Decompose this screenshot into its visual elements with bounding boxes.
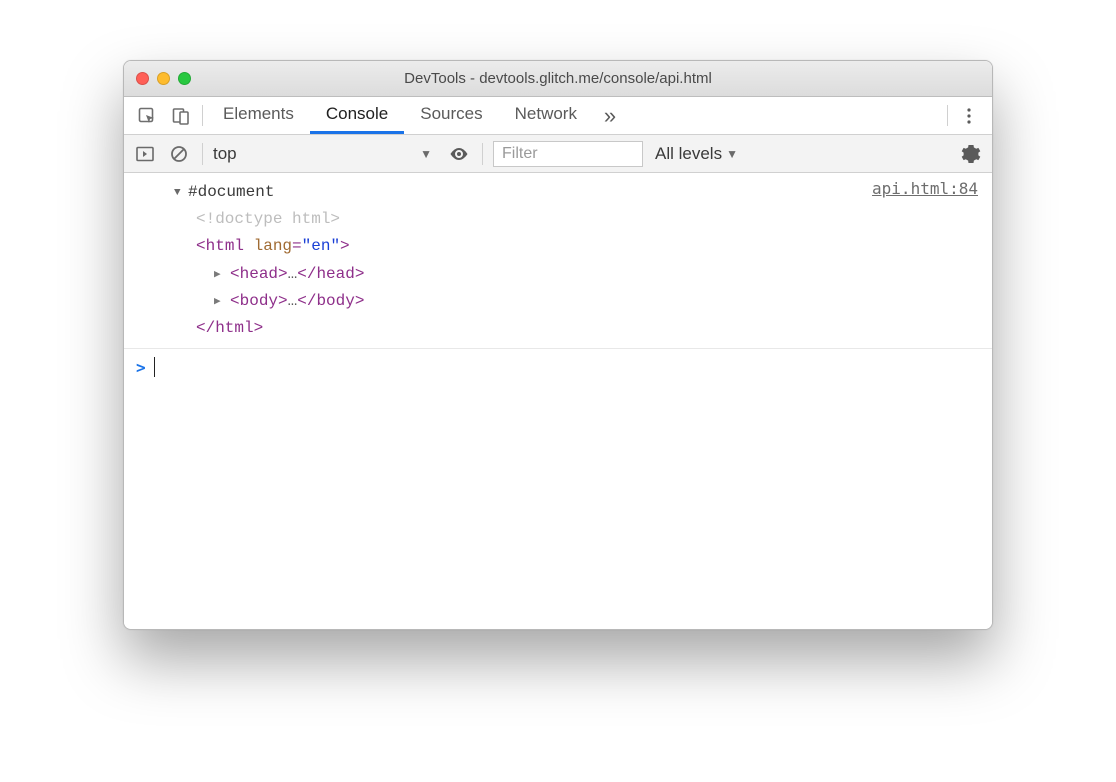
log-levels-label: All levels [655, 144, 722, 164]
console-toolbar: top ▼ All levels ▼ [124, 135, 992, 173]
dom-tree: #document <!doctype html> <html lang="en… [136, 179, 980, 342]
traffic-lights [136, 72, 191, 85]
live-expression-icon[interactable] [446, 141, 472, 167]
toggle-sidebar-icon[interactable] [132, 141, 158, 167]
disclosure-open-icon[interactable] [174, 178, 188, 205]
device-toolbar-icon[interactable] [164, 97, 198, 134]
divider [202, 105, 203, 126]
kebab-menu-icon[interactable] [952, 97, 986, 134]
tree-root[interactable]: #document [174, 179, 980, 206]
more-tabs-icon[interactable]: » [593, 97, 627, 134]
titlebar: DevTools - devtools.glitch.me/console/ap… [124, 61, 992, 97]
minimize-icon[interactable] [157, 72, 170, 85]
devtools-tabstrip: Elements Console Sources Network » [124, 97, 992, 135]
prompt-caret-icon: > [136, 358, 146, 377]
devtools-window: DevTools - devtools.glitch.me/console/ap… [123, 60, 993, 630]
tab-console-label: Console [326, 104, 388, 124]
html-open-node[interactable]: <html lang="en"> [174, 233, 980, 260]
log-levels-select[interactable]: All levels ▼ [655, 144, 738, 164]
text-cursor-icon [154, 357, 156, 377]
close-icon[interactable] [136, 72, 149, 85]
tab-network[interactable]: Network [499, 97, 593, 134]
chevron-down-icon: ▼ [420, 147, 432, 161]
maximize-icon[interactable] [178, 72, 191, 85]
clear-console-icon[interactable] [166, 141, 192, 167]
tab-console[interactable]: Console [310, 97, 404, 134]
execution-context-label: top [213, 144, 237, 164]
console-prompt[interactable]: > [124, 349, 992, 385]
head-node[interactable]: <head>…</head> [174, 261, 980, 288]
divider [482, 143, 483, 165]
divider [202, 143, 203, 165]
html-close-node[interactable]: </html> [196, 319, 263, 337]
disclosure-closed-icon[interactable] [214, 287, 228, 314]
console-log-row[interactable]: api.html:84 #document <!doctype html> <h… [124, 173, 992, 349]
disclosure-closed-icon[interactable] [214, 260, 228, 287]
tab-sources-label: Sources [420, 104, 482, 124]
document-root-label: #document [188, 183, 274, 201]
console-body: api.html:84 #document <!doctype html> <h… [124, 173, 992, 629]
console-settings-icon[interactable] [958, 141, 984, 167]
tab-elements-label: Elements [223, 104, 294, 124]
tab-elements[interactable]: Elements [207, 97, 310, 134]
chevron-down-icon: ▼ [726, 147, 738, 161]
log-source-link[interactable]: api.html:84 [872, 179, 978, 198]
body-node[interactable]: <body>…</body> [174, 288, 980, 315]
window-title: DevTools - devtools.glitch.me/console/ap… [124, 70, 992, 87]
inspect-element-icon[interactable] [130, 97, 164, 134]
divider [947, 105, 948, 126]
tab-sources[interactable]: Sources [404, 97, 498, 134]
filter-input[interactable] [493, 141, 643, 167]
execution-context-select[interactable]: top ▼ [213, 144, 438, 164]
tab-network-label: Network [515, 104, 577, 124]
doctype-node[interactable]: <!doctype html> [196, 210, 340, 228]
